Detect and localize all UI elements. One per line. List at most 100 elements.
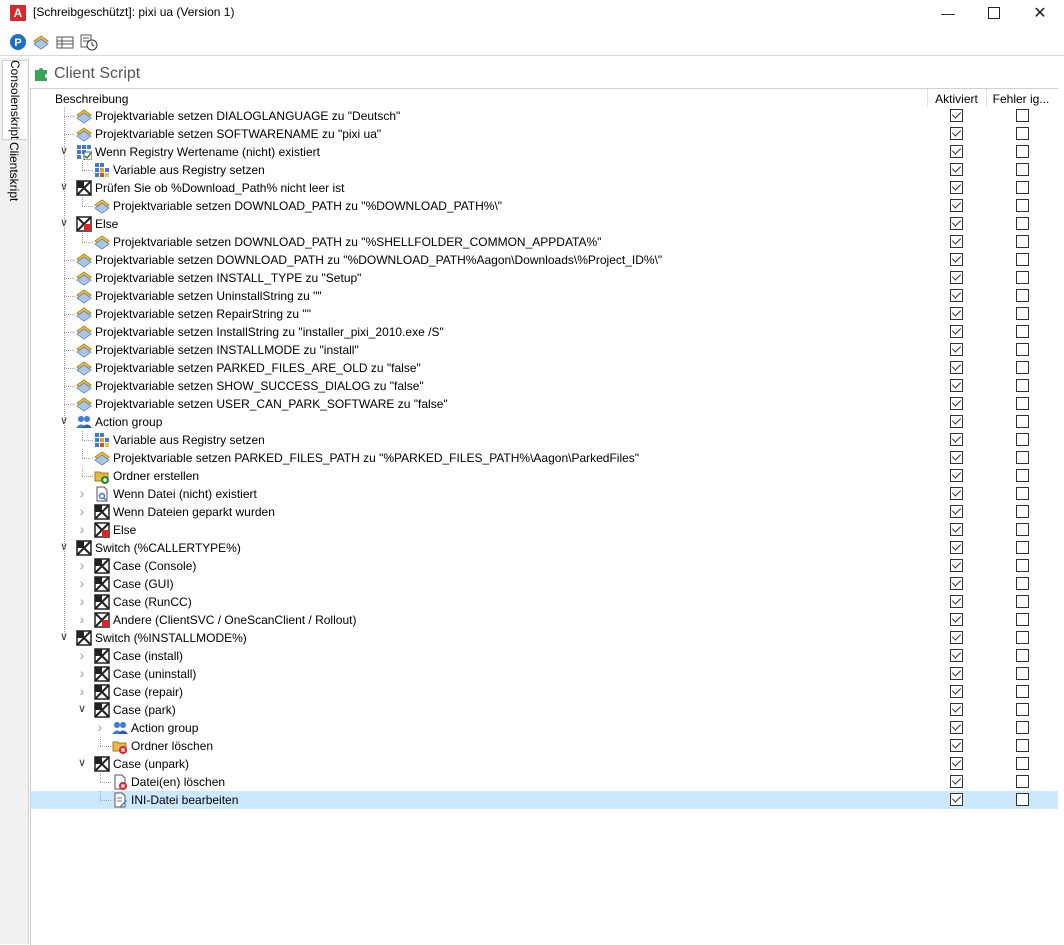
- ignore-errors-checkbox[interactable]: [1016, 271, 1029, 284]
- table-row[interactable]: ∨ Switch (%CALLERTYPE%): [31, 539, 1058, 557]
- table-row[interactable]: Projektvariable setzen DOWNLOAD_PATH zu …: [31, 233, 1058, 251]
- table-row[interactable]: Projektvariable setzen PARKED_FILES_PATH…: [31, 449, 1058, 467]
- ignore-errors-checkbox[interactable]: [1016, 217, 1029, 230]
- activated-checkbox[interactable]: [950, 433, 963, 446]
- activated-checkbox[interactable]: [950, 613, 963, 626]
- chevron-right-icon[interactable]: ›: [77, 486, 87, 500]
- chevron-right-icon[interactable]: ›: [77, 558, 87, 572]
- table-row[interactable]: Projektvariable setzen SOFTWARENAME zu "…: [31, 125, 1058, 143]
- table-row[interactable]: Datei(en) löschen: [31, 773, 1058, 791]
- table-row[interactable]: ∨ Case (park): [31, 701, 1058, 719]
- table-row[interactable]: Variable aus Registry setzen: [31, 161, 1058, 179]
- ignore-errors-checkbox[interactable]: [1016, 433, 1029, 446]
- tab-consolenskript[interactable]: Consolenskript: [2, 60, 27, 140]
- table-row[interactable]: › Case (repair): [31, 683, 1058, 701]
- table-row[interactable]: ∨ Action group: [31, 413, 1058, 431]
- activated-checkbox[interactable]: [950, 181, 963, 194]
- chevron-right-icon[interactable]: ›: [77, 684, 87, 698]
- table-row-selected[interactable]: INI-Datei bearbeiten: [31, 791, 1058, 809]
- ignore-errors-checkbox[interactable]: [1016, 307, 1029, 320]
- column-header-ignore-errors[interactable]: Fehler ig...: [986, 92, 1056, 106]
- activated-checkbox[interactable]: [950, 451, 963, 464]
- table-row[interactable]: ∨ Prüfen Sie ob %Download_Path% nicht lee…: [31, 179, 1058, 197]
- ignore-errors-checkbox[interactable]: [1016, 559, 1029, 572]
- activated-checkbox[interactable]: [950, 577, 963, 590]
- activated-checkbox[interactable]: [950, 595, 963, 608]
- table-row[interactable]: Projektvariable setzen INSTALLMODE zu "i…: [31, 341, 1058, 359]
- table-row[interactable]: Projektvariable setzen USER_CAN_PARK_SOF…: [31, 395, 1058, 413]
- activated-checkbox[interactable]: [950, 505, 963, 518]
- ignore-errors-checkbox[interactable]: [1016, 505, 1029, 518]
- minimize-button[interactable]: —: [925, 0, 971, 26]
- column-header-description[interactable]: Beschreibung: [55, 92, 128, 106]
- ignore-errors-checkbox[interactable]: [1016, 145, 1029, 158]
- table-icon[interactable]: [56, 33, 74, 51]
- ignore-errors-checkbox[interactable]: [1016, 451, 1029, 464]
- activated-checkbox[interactable]: [950, 649, 963, 662]
- table-row[interactable]: Projektvariable setzen SHOW_SUCCESS_DIAL…: [31, 377, 1058, 395]
- ignore-errors-checkbox[interactable]: [1016, 415, 1029, 428]
- ignore-errors-checkbox[interactable]: [1016, 613, 1029, 626]
- activated-checkbox[interactable]: [950, 217, 963, 230]
- activated-checkbox[interactable]: [950, 469, 963, 482]
- table-row[interactable]: Projektvariable setzen INSTALL_TYPE zu "…: [31, 269, 1058, 287]
- activated-checkbox[interactable]: [950, 109, 963, 122]
- chevron-right-icon[interactable]: ›: [77, 576, 87, 590]
- activated-checkbox[interactable]: [950, 631, 963, 644]
- ignore-errors-checkbox[interactable]: [1016, 469, 1029, 482]
- chevron-down-icon[interactable]: ∨: [77, 704, 87, 715]
- table-row[interactable]: › Andere (ClientSVC / OneScanClient / Rol…: [31, 611, 1058, 629]
- table-row[interactable]: › Else: [31, 521, 1058, 539]
- activated-checkbox[interactable]: [950, 271, 963, 284]
- ignore-errors-checkbox[interactable]: [1016, 379, 1029, 392]
- activated-checkbox[interactable]: [950, 415, 963, 428]
- activated-checkbox[interactable]: [950, 199, 963, 212]
- activated-checkbox[interactable]: [950, 163, 963, 176]
- ignore-errors-checkbox[interactable]: [1016, 253, 1029, 266]
- ignore-errors-checkbox[interactable]: [1016, 649, 1029, 662]
- table-row[interactable]: Projektvariable setzen DOWNLOAD_PATH zu …: [31, 197, 1058, 215]
- ignore-errors-checkbox[interactable]: [1016, 595, 1029, 608]
- chevron-right-icon[interactable]: ›: [77, 504, 87, 518]
- ignore-errors-checkbox[interactable]: [1016, 361, 1029, 374]
- activated-checkbox[interactable]: [950, 739, 963, 752]
- activated-checkbox[interactable]: [950, 379, 963, 392]
- ignore-errors-checkbox[interactable]: [1016, 667, 1029, 680]
- ignore-errors-checkbox[interactable]: [1016, 793, 1029, 806]
- chevron-right-icon[interactable]: ›: [77, 612, 87, 626]
- activated-checkbox[interactable]: [950, 307, 963, 320]
- activated-checkbox[interactable]: [950, 757, 963, 770]
- ignore-errors-checkbox[interactable]: [1016, 541, 1029, 554]
- close-button[interactable]: ✕: [1017, 0, 1063, 26]
- table-row[interactable]: › Action group: [31, 719, 1058, 737]
- ignore-errors-checkbox[interactable]: [1016, 199, 1029, 212]
- activated-checkbox[interactable]: [950, 343, 963, 356]
- activated-checkbox[interactable]: [950, 721, 963, 734]
- table-row[interactable]: › Wenn Datei (nicht) existiert: [31, 485, 1058, 503]
- chevron-right-icon[interactable]: ›: [77, 666, 87, 680]
- activated-checkbox[interactable]: [950, 397, 963, 410]
- table-row[interactable]: ∨ Switch (%INSTALLMODE%): [31, 629, 1058, 647]
- chevron-right-icon[interactable]: ›: [77, 648, 87, 662]
- table-row[interactable]: Variable aus Registry setzen: [31, 431, 1058, 449]
- activated-checkbox[interactable]: [950, 793, 963, 806]
- ignore-errors-checkbox[interactable]: [1016, 109, 1029, 122]
- ignore-errors-checkbox[interactable]: [1016, 775, 1029, 788]
- p-circle-icon[interactable]: P: [9, 33, 27, 51]
- table-row[interactable]: › Case (install): [31, 647, 1058, 665]
- column-header-activated[interactable]: Aktiviert: [929, 92, 984, 106]
- ignore-errors-checkbox[interactable]: [1016, 703, 1029, 716]
- activated-checkbox[interactable]: [950, 253, 963, 266]
- ignore-errors-checkbox[interactable]: [1016, 739, 1029, 752]
- table-row[interactable]: › Case (RunCC): [31, 593, 1058, 611]
- activated-checkbox[interactable]: [950, 559, 963, 572]
- ignore-errors-checkbox[interactable]: [1016, 127, 1029, 140]
- activated-checkbox[interactable]: [950, 127, 963, 140]
- ignore-errors-checkbox[interactable]: [1016, 577, 1029, 590]
- activated-checkbox[interactable]: [950, 361, 963, 374]
- chevron-down-icon[interactable]: ∨: [77, 758, 87, 769]
- ignore-errors-checkbox[interactable]: [1016, 325, 1029, 338]
- activated-checkbox[interactable]: [950, 145, 963, 158]
- table-row[interactable]: › Case (uninstall): [31, 665, 1058, 683]
- ignore-errors-checkbox[interactable]: [1016, 163, 1029, 176]
